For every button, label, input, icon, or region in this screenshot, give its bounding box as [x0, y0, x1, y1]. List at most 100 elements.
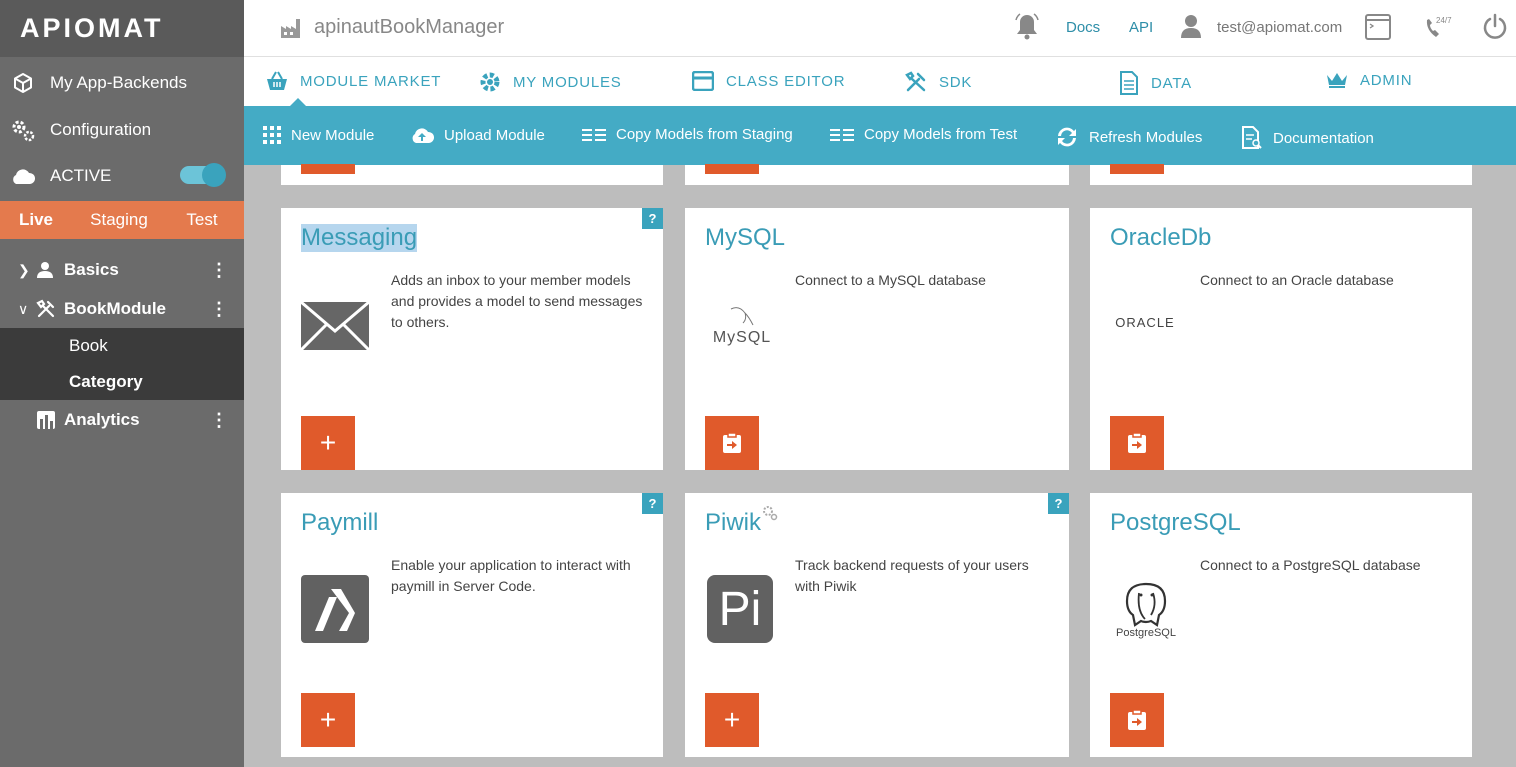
action-label: New Module — [291, 126, 375, 144]
tab-live[interactable]: Live — [0, 210, 72, 230]
help-button[interactable]: ? — [642, 493, 663, 514]
gear-icon — [479, 71, 501, 93]
tree-item-bookmodule[interactable]: ∨ BookModule ⋮ — [0, 291, 244, 327]
tree-item-category[interactable]: Category — [0, 364, 244, 400]
more-menu-icon[interactable]: ⋮ — [210, 299, 228, 320]
import-module-button[interactable] — [1110, 416, 1164, 470]
app-name-text: apinautBookManager — [314, 16, 505, 38]
module-card-messaging: ? Messaging Adds an inbox to your member… — [281, 208, 663, 470]
api-link[interactable]: API — [1129, 19, 1153, 36]
toggle-knob — [202, 163, 226, 187]
action-label: Documentation — [1273, 129, 1374, 147]
tab-admin[interactable]: ADMIN — [1326, 71, 1412, 89]
top-header: apinautBookManager Docs API test@apiomat… — [244, 0, 1516, 57]
card-title: OracleDb — [1110, 224, 1212, 251]
help-button[interactable]: ? — [642, 208, 663, 229]
chevron-down-icon[interactable]: ∨ — [18, 301, 30, 318]
tree-item-label: Analytics — [64, 410, 140, 429]
oracle-logo-text: ORACLE — [1115, 314, 1175, 330]
action-label: Refresh Modules — [1089, 128, 1203, 146]
postgresql-logo: PostgreSQL — [1106, 577, 1186, 643]
module-card-postgresql: PostgreSQL PostgreSQL Connect to a Postg… — [1090, 493, 1472, 757]
active-toggle[interactable] — [180, 163, 226, 187]
plus-icon: + — [319, 704, 337, 735]
module-card-partial — [685, 164, 1069, 185]
bell-icon[interactable] — [1014, 12, 1040, 44]
sidebar-item-configuration[interactable]: Configuration — [0, 110, 244, 150]
user-email[interactable]: test@apiomat.com — [1217, 19, 1342, 36]
active-label: ACTIVE — [50, 166, 112, 185]
user-icon — [1180, 14, 1202, 42]
help-button[interactable]: ? — [1048, 493, 1069, 514]
cloud-upload-icon — [410, 126, 434, 144]
tab-sdk[interactable]: SDK — [905, 71, 972, 93]
add-module-button[interactable]: + — [301, 416, 355, 470]
crown-icon — [1326, 71, 1348, 89]
card-title: Piwik — [705, 509, 762, 536]
power-icon[interactable] — [1482, 13, 1508, 45]
tab-label: SDK — [939, 73, 973, 91]
console-icon[interactable] — [1365, 14, 1391, 44]
tree-item-analytics[interactable]: Analytics ⋮ — [0, 402, 244, 438]
action-label: Copy Models from Staging — [616, 126, 793, 143]
copy-list-icon — [582, 128, 606, 142]
support-phone-icon[interactable]: 24/7 — [1424, 16, 1452, 44]
import-module-button[interactable] — [1110, 693, 1164, 747]
clipboard-arrow-icon — [1128, 432, 1146, 453]
module-card-piwik: ? Piwik Pi Track backend requests of you… — [685, 493, 1069, 757]
more-menu-icon[interactable]: ⋮ — [210, 260, 228, 281]
add-module-button[interactable]: + — [301, 693, 355, 747]
postgresql-logo-text: PostgreSQL — [1116, 627, 1176, 639]
tab-module-market[interactable]: MODULE MARKET — [266, 71, 441, 91]
document-icon — [1119, 71, 1139, 95]
more-menu-icon[interactable]: ⋮ — [210, 410, 228, 431]
card-description: Adds an inbox to your member models and … — [391, 272, 643, 330]
upload-module-button[interactable]: Upload Module — [410, 126, 545, 144]
sidebar-item-label: Configuration — [50, 120, 152, 139]
sidebar-item-label: My App-Backends — [50, 73, 188, 92]
paymill-logo — [301, 575, 369, 643]
piwik-logo: Pi — [706, 575, 774, 643]
copy-models-from-staging-button[interactable]: Copy Models from Staging — [582, 126, 793, 143]
card-description: Enable your application to interact with… — [391, 557, 631, 594]
brand-text: APIOMAT — [20, 13, 164, 43]
card-description: Connect to an Oracle database — [1200, 272, 1394, 288]
refresh-modules-button[interactable]: Refresh Modules — [1055, 126, 1202, 148]
tab-label: DATA — [1151, 74, 1192, 92]
main-nav: MODULE MARKET MY MODULES CLASS EDITOR SD… — [244, 57, 1516, 107]
card-action-button[interactable] — [705, 164, 759, 174]
tab-data[interactable]: DATA — [1119, 71, 1192, 95]
envelope-icon — [299, 290, 371, 362]
card-title: Messaging — [301, 224, 418, 252]
sidebar: APIOMAT My App-Backends Configuration AC… — [0, 0, 244, 767]
tab-label: ADMIN — [1360, 71, 1413, 89]
chevron-right-icon[interactable]: ❯ — [18, 262, 30, 279]
new-module-button[interactable]: New Module — [263, 126, 374, 144]
environment-tabs: Live Staging Test — [0, 201, 244, 239]
cloud-icon — [10, 163, 36, 189]
copy-models-from-test-button[interactable]: Copy Models from Test — [830, 126, 1017, 143]
import-module-button[interactable] — [705, 416, 759, 470]
documentation-button[interactable]: Documentation — [1241, 126, 1374, 150]
card-action-button[interactable] — [301, 164, 355, 174]
tools-icon — [905, 71, 927, 93]
tab-class-editor[interactable]: CLASS EDITOR — [692, 71, 845, 91]
docs-link[interactable]: Docs — [1066, 19, 1100, 36]
card-action-button[interactable] — [1110, 164, 1164, 174]
tree-item-label: Basics — [64, 260, 119, 279]
apiomat-logo[interactable]: APIOMAT — [0, 0, 244, 57]
tab-staging[interactable]: Staging — [72, 210, 166, 230]
add-module-button[interactable]: + — [705, 693, 759, 747]
tree-item-label: BookModule — [64, 299, 166, 318]
mysql-logo: MySQL — [699, 290, 785, 362]
action-label: Copy Models from Test — [864, 126, 1018, 143]
app-name[interactable]: apinautBookManager — [280, 16, 504, 39]
tab-test[interactable]: Test — [166, 210, 238, 230]
tree-item-book[interactable]: Book — [0, 328, 244, 364]
tree-item-basics[interactable]: ❯ Basics ⋮ — [0, 252, 244, 288]
action-bar: New Module Upload Module Copy Models fro… — [244, 106, 1516, 165]
tab-my-modules[interactable]: MY MODULES — [479, 71, 622, 93]
plus-icon: + — [723, 704, 741, 735]
oracle-logo: ORACLE — [1104, 286, 1186, 358]
sidebar-item-my-app-backends[interactable]: My App-Backends — [0, 63, 244, 103]
